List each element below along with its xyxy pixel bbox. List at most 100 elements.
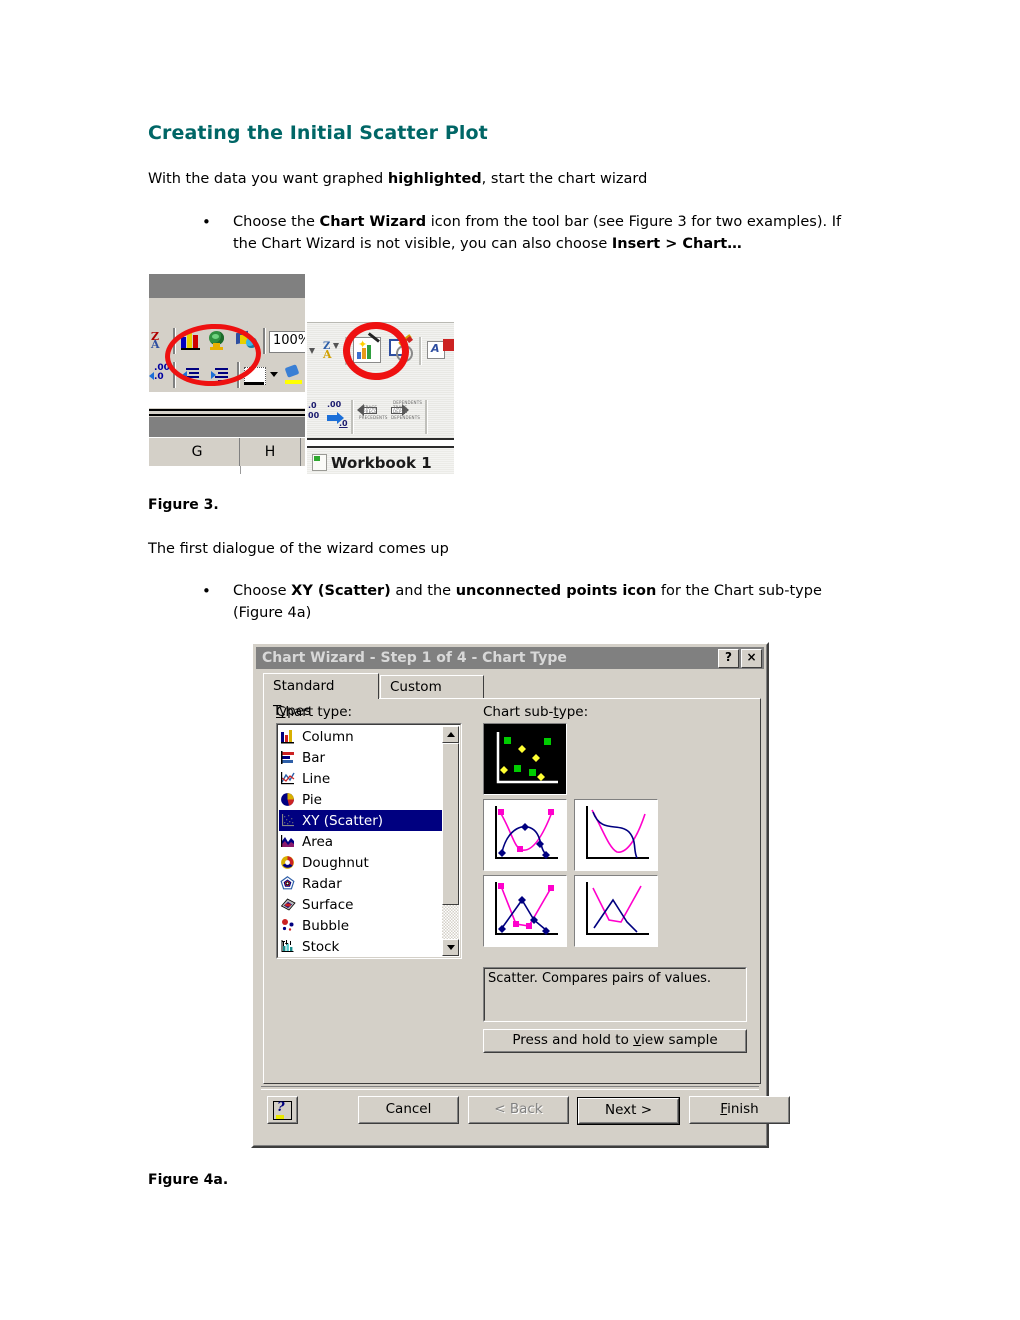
chart-type-label-text: Line bbox=[302, 770, 331, 787]
dialog-titlebar[interactable]: Chart Wizard - Step 1 of 4 - Chart Type … bbox=[256, 647, 764, 669]
chart-subtype-label-post: ype: bbox=[558, 704, 589, 720]
scrollbar-thumb[interactable] bbox=[442, 743, 459, 905]
bubble-chart-icon bbox=[279, 917, 298, 934]
scroll-up-button[interactable] bbox=[442, 726, 459, 743]
finish-button-label: Finish bbox=[720, 1101, 759, 1118]
description-text: Scatter. Compares pairs of values. bbox=[488, 971, 712, 986]
toolbar-band bbox=[149, 298, 305, 325]
stock-chart-icon bbox=[279, 938, 298, 955]
decimal-arrow-label: .0 bbox=[339, 419, 348, 428]
window-band bbox=[149, 274, 305, 298]
chart-subtype-panel bbox=[483, 723, 747, 959]
chart-type-item-pie[interactable]: Pie bbox=[279, 789, 441, 810]
chart-type-item-doughnut[interactable]: Doughnut bbox=[279, 852, 441, 873]
paragraph-first-dialogue: The first dialogue of the wizard comes u… bbox=[148, 541, 449, 557]
doughnut-chart-icon bbox=[279, 854, 298, 871]
sample-button-label: Press and hold to view sample bbox=[512, 1032, 718, 1049]
listbox-scrollbar[interactable] bbox=[442, 726, 459, 956]
chart-subtype-description: Scatter. Compares pairs of values. bbox=[483, 967, 747, 1022]
sort-ascending-icon[interactable] bbox=[309, 345, 321, 359]
chart-type-label-text: Bubble bbox=[302, 917, 350, 934]
pie-chart-icon bbox=[279, 791, 298, 808]
bullet-item-chart-wizard: • Choose the Chart Wizard icon from the … bbox=[178, 211, 868, 255]
subtype-scatter-straight-lines[interactable] bbox=[574, 875, 658, 947]
increase-decimal-icon[interactable]: .0 bbox=[327, 412, 348, 430]
titlebar-buttons: ? × bbox=[718, 649, 762, 668]
chart-subtype-label: Chart sub-type: bbox=[483, 704, 589, 720]
help-icon[interactable]: ? bbox=[718, 649, 739, 668]
excel-toolbar-screenshot-right: ZA ✦ A .0 00 .00 .0 TRACE PRECE PRECEDEN… bbox=[307, 318, 454, 474]
finish-button[interactable]: Finish bbox=[689, 1096, 790, 1124]
excel-toolbar-screenshot-left: Z A 100% .00 .0 bbox=[149, 274, 305, 474]
chart-type-label-text: Stock bbox=[302, 938, 340, 955]
close-icon[interactable]: × bbox=[741, 649, 762, 668]
chart-type-label-text: Area bbox=[302, 833, 334, 850]
decimal-label-bottom: .0 bbox=[154, 372, 164, 382]
decimal-label-top: .0 bbox=[308, 401, 317, 410]
chart-type-item-surface[interactable]: Surface bbox=[279, 894, 441, 915]
subtype-scatter-smooth-lines[interactable] bbox=[574, 799, 658, 871]
chart-type-item-area[interactable]: Area bbox=[279, 831, 441, 852]
column-header-h[interactable]: H bbox=[240, 438, 301, 467]
divider bbox=[149, 414, 305, 416]
figure-4a-caption: Figure 4a. bbox=[148, 1172, 229, 1188]
bullet1-bold1: Chart Wizard bbox=[319, 214, 427, 230]
subtype-scatter-smooth-lines-markers[interactable] bbox=[483, 799, 567, 871]
chart-type-item-stock[interactable]: Stock bbox=[279, 936, 441, 957]
intro-prefix: With the data you want graphed bbox=[148, 171, 388, 187]
fill-color-icon[interactable] bbox=[284, 364, 303, 384]
divider bbox=[261, 1086, 759, 1090]
chart-type-item-line[interactable]: Line bbox=[279, 768, 441, 789]
dialog-button-row: ? Cancel < Back Next > Finish bbox=[253, 1086, 790, 1134]
chart-type-item-radar[interactable]: Radar bbox=[279, 873, 441, 894]
radar-chart-icon bbox=[279, 875, 298, 892]
stamp-icon[interactable] bbox=[443, 339, 454, 353]
bullet2-bold1: XY (Scatter) bbox=[291, 583, 391, 599]
column-header-g[interactable]: G bbox=[155, 438, 240, 467]
ribbon-separator bbox=[419, 337, 422, 365]
chart-type-label-text: Surface bbox=[302, 896, 354, 913]
tab-standard-types[interactable]: Standard Types bbox=[263, 673, 379, 719]
bullet-marker: • bbox=[202, 582, 211, 600]
gray-band bbox=[149, 417, 305, 437]
chart-type-item-bubble[interactable]: Bubble bbox=[279, 915, 441, 936]
chevron-down-icon[interactable] bbox=[270, 372, 278, 377]
back-button-label: < Back bbox=[494, 1101, 543, 1118]
trace-precedents-icon[interactable]: TRACE PRECE PRECEDENTS bbox=[357, 404, 387, 428]
next-button[interactable]: Next > bbox=[578, 1098, 679, 1124]
sort-za-icon[interactable]: ZA bbox=[323, 341, 339, 361]
chart-type-item-bar[interactable]: Bar bbox=[279, 747, 441, 768]
bullet-marker: • bbox=[202, 213, 211, 231]
chart-type-listbox[interactable]: Column Bar Line Pie XY (Scatter) Area Do… bbox=[276, 723, 462, 959]
chart-type-label-text: Bar bbox=[302, 749, 326, 766]
press-and-hold-sample-button[interactable]: Press and hold to view sample bbox=[483, 1029, 747, 1053]
cancel-button[interactable]: Cancel bbox=[358, 1096, 459, 1124]
bullet-item-xy-scatter: • Choose XY (Scatter) and the unconnecte… bbox=[178, 580, 868, 624]
tab-custom-types[interactable]: Custom Types bbox=[380, 675, 484, 718]
decimal-label-bottom: 00 bbox=[308, 411, 320, 420]
chart-type-label-text: Doughnut bbox=[302, 854, 369, 871]
zoom-level-box[interactable]: 100% bbox=[269, 331, 305, 353]
decimal-icons[interactable]: .0 00 bbox=[308, 402, 328, 422]
intro-paragraph: With the data you want graphed highlight… bbox=[148, 169, 868, 190]
trace-dependents-icon[interactable]: DEPENDENTS TRACE DEPEN DEPENDENTS bbox=[391, 401, 422, 428]
back-button[interactable]: < Back bbox=[468, 1096, 569, 1124]
help-button[interactable]: ? bbox=[267, 1096, 298, 1124]
chart-type-item-column[interactable]: Column bbox=[279, 726, 441, 747]
subtype-scatter-straight-lines-markers[interactable] bbox=[483, 875, 567, 947]
chart-type-item-xy-scatter[interactable]: XY (Scatter) bbox=[279, 810, 443, 831]
scrollbar-track[interactable] bbox=[442, 743, 459, 939]
bullet1-bold2: Insert > Chart… bbox=[611, 236, 742, 252]
subtype-scatter-points-only[interactable] bbox=[483, 723, 567, 795]
figure-3-image: Z A 100% .00 .0 bbox=[149, 274, 454, 474]
ribbon-separator bbox=[425, 400, 428, 434]
chart-type-label-text: XY (Scatter) bbox=[302, 812, 384, 829]
surface-chart-icon bbox=[279, 896, 298, 913]
workbook-icon bbox=[312, 454, 327, 471]
page-title: Creating the Initial Scatter Plot bbox=[148, 122, 488, 144]
ribbon-separator bbox=[351, 400, 354, 434]
tab-strip: Standard Types Custom Types bbox=[263, 673, 761, 719]
scroll-down-button[interactable] bbox=[442, 939, 459, 956]
chart-type-label-text: Radar bbox=[302, 875, 342, 892]
workbook-taskbar-item[interactable]: Workbook 1 bbox=[307, 446, 454, 474]
